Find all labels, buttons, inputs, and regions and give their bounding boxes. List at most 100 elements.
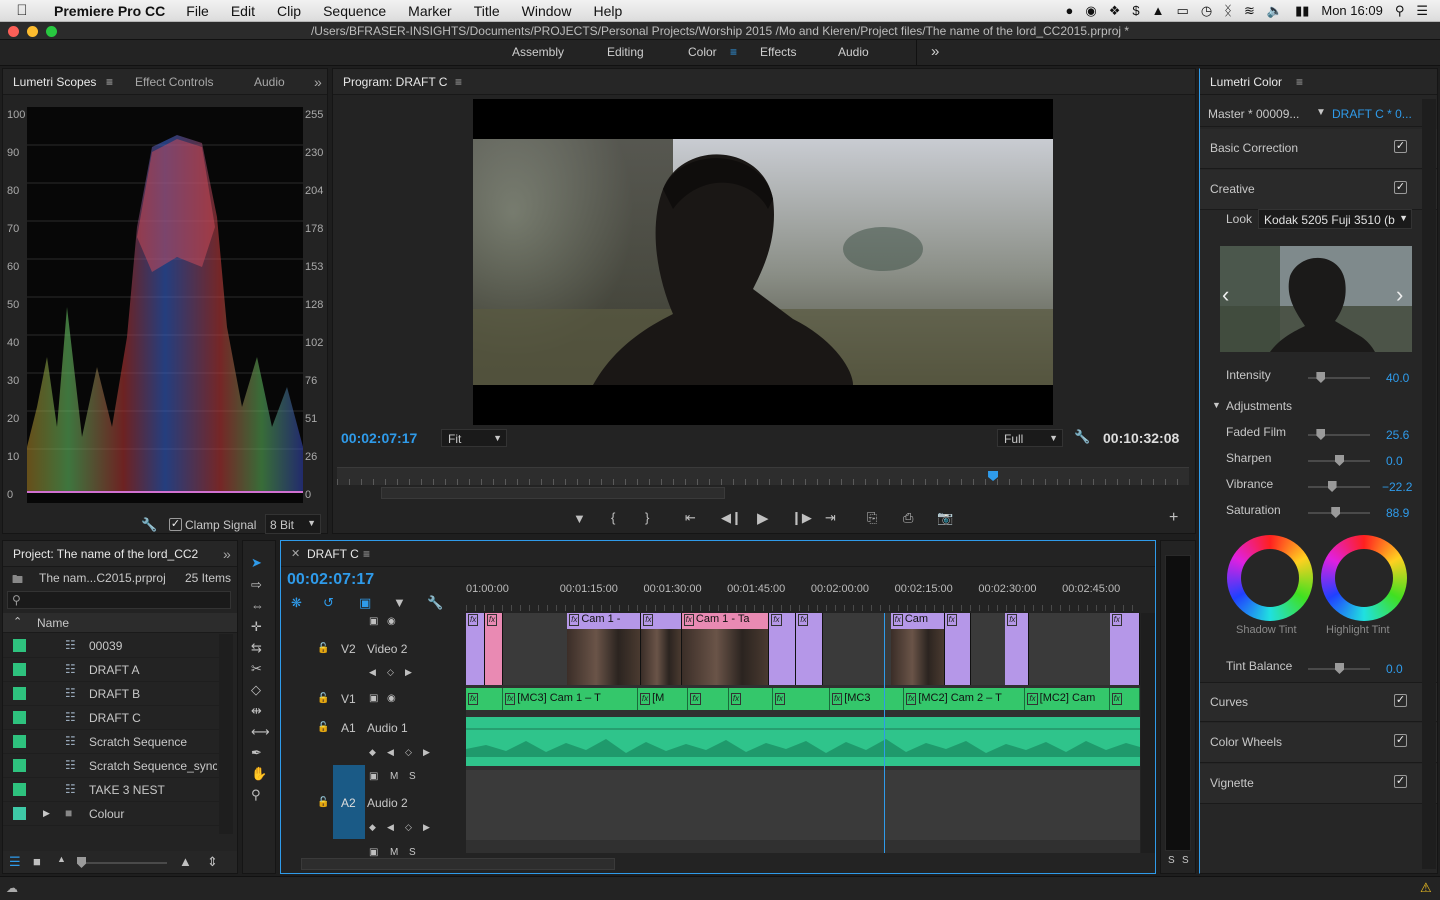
zoom-scroll-bar[interactable] bbox=[381, 487, 725, 499]
menu-file[interactable]: File bbox=[175, 3, 220, 19]
label-color-swatch[interactable] bbox=[13, 663, 26, 676]
sequence-clip-tab[interactable]: DRAFT C * 0... bbox=[1332, 107, 1412, 121]
label-color-swatch[interactable] bbox=[13, 783, 26, 796]
clock[interactable]: Mon 16:09 bbox=[1321, 3, 1382, 18]
label-color-swatch[interactable] bbox=[13, 687, 26, 700]
v1-clip[interactable]: fx [MC2] Cam bbox=[1025, 688, 1110, 710]
close-sequence-icon[interactable]: ✕ bbox=[291, 541, 300, 567]
label-color-swatch[interactable] bbox=[13, 735, 26, 748]
add-marker-icon[interactable]: ▣ bbox=[359, 595, 371, 611]
v2-lock-icon[interactable]: 🔓 bbox=[317, 643, 329, 654]
timeline-ruler[interactable]: 01:00:00 00:01:15:00 00:01:30:00 00:01:45:0… bbox=[466, 571, 1140, 613]
saturation-slider-thumb[interactable] bbox=[1331, 507, 1341, 518]
project-item[interactable]: ☷ DRAFT C bbox=[3, 706, 219, 730]
project-overflow-icon[interactable]: » bbox=[223, 541, 231, 567]
sequence-tab[interactable]: DRAFT C bbox=[307, 541, 359, 567]
fx-badge-icon[interactable]: fx bbox=[774, 693, 785, 705]
a2-label[interactable]: A2 bbox=[341, 796, 356, 810]
icon-view-icon[interactable]: ■ bbox=[33, 854, 41, 869]
playback-resolution-select[interactable]: Full ▼ bbox=[997, 429, 1063, 447]
label-color-swatch[interactable] bbox=[13, 759, 26, 772]
faded-film-slider-thumb[interactable] bbox=[1316, 429, 1326, 440]
v2-clip[interactable]: fx bbox=[484, 613, 504, 685]
v2-prev-keyframe-icon[interactable]: ◀ bbox=[369, 667, 376, 678]
timeline-horizontal-scrollbar[interactable] bbox=[301, 858, 615, 870]
track-select-tool-icon[interactable]: ⇨ bbox=[251, 577, 262, 593]
saturation-value[interactable]: 88.9 bbox=[1386, 506, 1409, 520]
cloud-sync-icon[interactable]: ☁ bbox=[6, 881, 18, 895]
a2-solo-icon[interactable]: S bbox=[409, 771, 416, 782]
zoom-fit-select[interactable]: Fit ▼ bbox=[441, 429, 507, 447]
fx-badge-icon[interactable]: fx bbox=[1027, 693, 1038, 705]
slip-tool-icon[interactable]: ⇹ bbox=[251, 703, 262, 719]
mark-in-icon[interactable]: { bbox=[611, 510, 615, 525]
project-item[interactable]: ☷ Scratch Sequence bbox=[3, 730, 219, 754]
go-to-in-icon[interactable]: ⇤ bbox=[685, 510, 696, 526]
lumetri-scrollbar[interactable] bbox=[1422, 99, 1436, 869]
menu-window[interactable]: Window bbox=[511, 3, 583, 19]
project-panel-title[interactable]: Project: The name of the lord_CC2 bbox=[13, 541, 205, 567]
fx-badge-icon[interactable]: fx bbox=[690, 693, 701, 705]
label-color-swatch[interactable] bbox=[13, 639, 26, 652]
a3-mute-icon[interactable]: M bbox=[390, 847, 398, 858]
intensity-slider[interactable] bbox=[1308, 372, 1370, 383]
v1-clip[interactable]: fx [MC2] Cam 2 – T bbox=[904, 688, 1026, 710]
column-name-header[interactable]: Name bbox=[37, 616, 69, 630]
extract-icon[interactable]: ⎙ bbox=[903, 510, 913, 526]
v1-clip[interactable]: fx [MC3 bbox=[829, 688, 905, 710]
bluetooth-icon[interactable]: ᛝ bbox=[1224, 3, 1232, 18]
razor-tool-icon[interactable]: ✂ bbox=[251, 661, 262, 677]
lift-icon[interactable]: ⎘ bbox=[867, 510, 877, 526]
a3-solo-icon[interactable]: S bbox=[409, 847, 416, 858]
faded-film-slider[interactable] bbox=[1308, 429, 1370, 440]
creative-checkbox[interactable]: ✓ bbox=[1394, 181, 1407, 194]
fx-badge-icon[interactable]: fx bbox=[643, 614, 654, 626]
creative-section-header[interactable]: Creative ✓ bbox=[1200, 170, 1437, 210]
v3-eye-icon[interactable]: ◉ bbox=[387, 616, 396, 627]
vibrance-slider-thumb[interactable] bbox=[1327, 481, 1337, 492]
creative-cloud-icon[interactable]: ◉ bbox=[1085, 3, 1096, 19]
workspace-effects[interactable]: Effects bbox=[760, 45, 796, 59]
scope-settings-wrench-icon[interactable]: 🔧 bbox=[141, 517, 157, 533]
tint-balance-slider[interactable] bbox=[1308, 663, 1370, 674]
v3-toggle-output-icon[interactable]: ▣ bbox=[369, 616, 378, 627]
master-clip-tab[interactable]: Master * 00009... bbox=[1208, 107, 1299, 121]
saturation-slider[interactable] bbox=[1308, 507, 1370, 518]
fx-badge-icon[interactable]: fx bbox=[730, 693, 742, 705]
basic-correction-checkbox[interactable]: ✓ bbox=[1394, 140, 1407, 153]
tab-lumetri-scopes[interactable]: Lumetri Scopes bbox=[13, 69, 96, 95]
v1-clip[interactable]: fx bbox=[466, 688, 504, 710]
workspace-assembly[interactable]: Assembly bbox=[512, 45, 564, 59]
program-monitor-title[interactable]: Program: DRAFT C bbox=[343, 69, 447, 95]
program-time-ruler[interactable] bbox=[337, 467, 1189, 485]
a1-label[interactable]: A1 bbox=[341, 721, 356, 735]
airplay-icon[interactable]: ▭ bbox=[1177, 3, 1189, 19]
workspace-color[interactable]: Color bbox=[688, 45, 717, 59]
list-icon[interactable]: ☰ bbox=[1416, 3, 1428, 19]
zoom-slider-thumb[interactable] bbox=[77, 857, 86, 868]
v1-clip[interactable]: fx bbox=[688, 688, 729, 710]
v2-clip[interactable]: fx bbox=[769, 613, 797, 685]
program-timecode[interactable]: 00:02:07:17 bbox=[341, 430, 417, 446]
v2-next-keyframe-icon[interactable]: ▶ bbox=[405, 667, 412, 678]
adjustments-label[interactable]: Adjustments bbox=[1226, 399, 1292, 413]
curves-checkbox[interactable]: ✓ bbox=[1394, 694, 1407, 707]
project-search-input[interactable]: ⚲ bbox=[7, 591, 231, 609]
a1-next-keyframe-icon[interactable]: ▶ bbox=[423, 747, 430, 758]
fx-badge-icon[interactable]: fx bbox=[798, 614, 809, 626]
project-item[interactable]: ▶ ■ Colour bbox=[3, 802, 219, 826]
v2-clip[interactable]: fx bbox=[796, 613, 824, 685]
program-video-frame[interactable] bbox=[473, 99, 1053, 425]
fx-badge-icon[interactable]: fx bbox=[505, 693, 516, 705]
project-scrollbar[interactable] bbox=[219, 634, 233, 834]
timeline-panel-menu-icon[interactable]: ≡ bbox=[363, 541, 370, 567]
a2-mute-icon[interactable]: M bbox=[390, 771, 398, 782]
zoom-out-icon[interactable]: ▲ bbox=[57, 854, 66, 864]
fx-badge-icon[interactable]: fx bbox=[468, 614, 479, 626]
menu-help[interactable]: Help bbox=[582, 3, 633, 19]
intensity-value[interactable]: 40.0 bbox=[1386, 371, 1409, 385]
time-machine-icon[interactable]: ◷ bbox=[1201, 3, 1212, 19]
fx-badge-icon[interactable]: fx bbox=[771, 614, 782, 626]
v2-clip[interactable]: fx bbox=[1005, 613, 1029, 685]
timeline-timecode[interactable]: 00:02:07:17 bbox=[287, 571, 374, 589]
